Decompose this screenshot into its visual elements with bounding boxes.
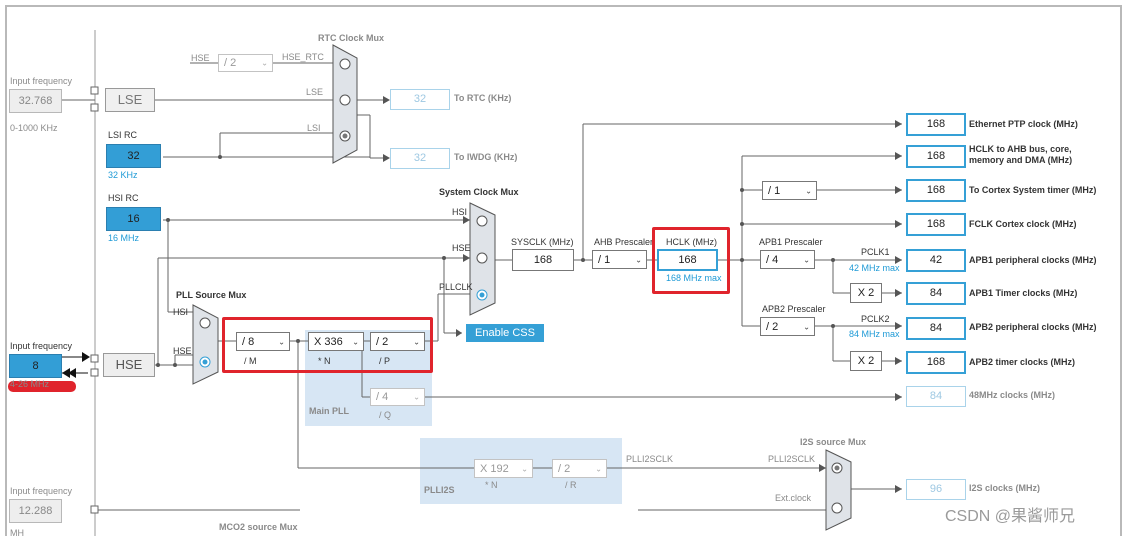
plli2s-n-label: * N: [485, 480, 498, 490]
iwdg-output-label: To IWDG (KHz): [454, 152, 518, 162]
pll-mux-hse-label: HSE: [173, 346, 192, 356]
rtc-hse-divider-select[interactable]: / 2 ⌄: [218, 54, 273, 72]
chevron-down-icon: ⌄: [635, 255, 642, 264]
sys-mux-hsi-label: HSI: [452, 207, 468, 217]
pll-q-divider-select[interactable]: / 4 ⌄: [370, 388, 425, 406]
i2s-clock-label: I2S clocks (MHz): [969, 483, 1041, 493]
chevron-down-icon: ⌄: [805, 186, 812, 195]
apb1-timer-value[interactable]: 84: [906, 282, 966, 305]
usb-48mhz-label: 48MHz clocks (MHz): [969, 390, 1056, 400]
lsi-title: LSI RC: [108, 130, 138, 140]
enable-css-button[interactable]: Enable CSS: [466, 324, 544, 342]
cortex-timer-divider-select[interactable]: / 1 ⌄: [762, 181, 817, 200]
ahb-prescaler-select[interactable]: / 1 ⌄: [592, 250, 647, 269]
ethernet-ptp-label: Ethernet PTP clock (MHz): [969, 119, 1078, 129]
i2s-input-title: Input frequency: [10, 486, 73, 496]
pll-q-label: / Q: [379, 410, 392, 420]
i2s-input-field[interactable]: 12.288: [9, 499, 62, 523]
hse-block[interactable]: HSE: [103, 353, 155, 377]
rtc-hse-label: HSE: [191, 53, 210, 63]
hse-range: 4-26 MHz: [10, 379, 50, 389]
pll-source-mux-title: PLL Source Mux: [176, 290, 247, 300]
sysclk-label: SYSCLK (MHz): [511, 237, 574, 247]
rtc-mux-title: RTC Clock Mux: [318, 33, 385, 43]
sys-mux-pllclk-label: PLLCLK: [439, 282, 473, 292]
mux-shapes: [192, 44, 852, 531]
plli2s-title: PLLI2S: [424, 485, 455, 495]
apb1-prescaler-select[interactable]: / 4 ⌄: [760, 250, 815, 269]
mco2-source-mux-title: MCO2 source Mux: [219, 522, 298, 532]
apb1-peripheral-value[interactable]: 42: [906, 249, 966, 272]
clock-configuration-canvas: RTC Clock Mux HSE / 2 ⌄ HSE_RTC LSE LSI 3…: [0, 0, 1129, 536]
apb1-timer-label: APB1 Timer clocks (MHz): [969, 288, 1078, 298]
hclk-highlight-box: [652, 227, 730, 294]
hclk-ahb-value[interactable]: 168: [906, 145, 966, 168]
lse-input-field[interactable]: 32.768: [9, 89, 62, 113]
cortex-timer-label: To Cortex System timer (MHz): [969, 185, 1097, 195]
hse-input-title: Input frequency: [10, 341, 73, 351]
plli2sclk-label: PLLI2SCLK: [626, 454, 674, 464]
apb2-timer-value[interactable]: 168: [906, 351, 966, 374]
lsi-value: 32: [106, 144, 161, 168]
pclk2-max: 84 MHz max: [849, 329, 900, 339]
plli2s-r-label: / R: [565, 480, 577, 490]
hsi-freq: 16 MHz: [108, 233, 140, 243]
i2s-input-unit: MH: [10, 528, 24, 536]
rtc-lse-label: LSE: [306, 87, 324, 97]
i2s-mux-ext-clock-label: Ext.clock: [775, 493, 812, 503]
apb1-timer-multiplier: X 2: [850, 283, 882, 303]
rtc-output-label: To RTC (KHz): [454, 93, 512, 103]
chevron-down-icon: ⌄: [595, 464, 602, 473]
apb2-prescaler-select[interactable]: / 2 ⌄: [760, 317, 815, 336]
hclk-ahb-label: HCLK to AHB bus, core, memory and DMA (M…: [969, 144, 1073, 165]
usb-48mhz-value[interactable]: 84: [906, 386, 966, 407]
fclk-value[interactable]: 168: [906, 213, 966, 236]
iwdg-output-value: 32: [390, 148, 450, 169]
pclk1-max: 42 MHz max: [849, 263, 900, 273]
apb2-peripheral-value[interactable]: 84: [906, 317, 966, 340]
rtc-lsi-label: LSI: [307, 123, 321, 133]
plli2s-r-select[interactable]: / 2 ⌄: [552, 459, 607, 478]
chevron-down-icon: ⌄: [261, 58, 268, 68]
i2s-mux-plli2sclk-label: PLLI2SCLK: [768, 454, 816, 464]
i2s-source-mux-title: I2S source Mux: [800, 437, 867, 447]
chevron-down-icon: ⌄: [413, 392, 420, 402]
lse-range: 0-1000 KHz: [10, 123, 58, 133]
hse-input-field[interactable]: 8: [9, 354, 62, 378]
fclk-label: FCLK Cortex clock (MHz): [969, 219, 1077, 229]
ethernet-ptp-value[interactable]: 168: [906, 113, 966, 136]
hse-rtc-label: HSE_RTC: [282, 52, 324, 62]
apb1-peripheral-label: APB1 peripheral clocks (MHz): [969, 255, 1097, 265]
i2s-clock-value[interactable]: 96: [906, 479, 966, 500]
pclk2-label: PCLK2: [861, 314, 890, 324]
pll-mux-hsi-label: HSI: [173, 307, 189, 317]
system-clock-mux-title: System Clock Mux: [439, 187, 519, 197]
apb2-timer-label: APB2 timer clocks (MHz): [969, 357, 1076, 367]
cortex-timer-value[interactable]: 168: [906, 179, 966, 202]
pll-highlight-box: [222, 317, 433, 373]
chevron-down-icon: ⌄: [803, 255, 810, 264]
chevron-down-icon: ⌄: [521, 464, 528, 473]
ahb-prescaler-label: AHB Prescaler: [594, 237, 654, 247]
pclk1-label: PCLK1: [861, 247, 890, 257]
apb2-peripheral-label: APB2 peripheral clocks (MHz): [969, 322, 1097, 332]
lsi-freq: 32 KHz: [108, 170, 138, 180]
lse-input-title: Input frequency: [10, 76, 73, 86]
sys-mux-hse-label: HSE: [452, 243, 471, 253]
chevron-down-icon: ⌄: [803, 322, 810, 331]
hsi-value: 16: [106, 207, 161, 231]
sysclk-value[interactable]: 168: [512, 249, 574, 271]
apb2-timer-multiplier: X 2: [850, 351, 882, 371]
apb2-prescaler-label: APB2 Prescaler: [762, 304, 826, 314]
main-pll-title: Main PLL: [309, 406, 349, 416]
lse-block[interactable]: LSE: [105, 88, 155, 112]
rtc-output-value: 32: [390, 89, 450, 110]
hsi-title: HSI RC: [108, 193, 139, 203]
apb1-prescaler-label: APB1 Prescaler: [759, 237, 823, 247]
plli2s-n-select[interactable]: X 192 ⌄: [474, 459, 533, 478]
watermark: CSDN @果酱师兄: [945, 508, 1076, 525]
